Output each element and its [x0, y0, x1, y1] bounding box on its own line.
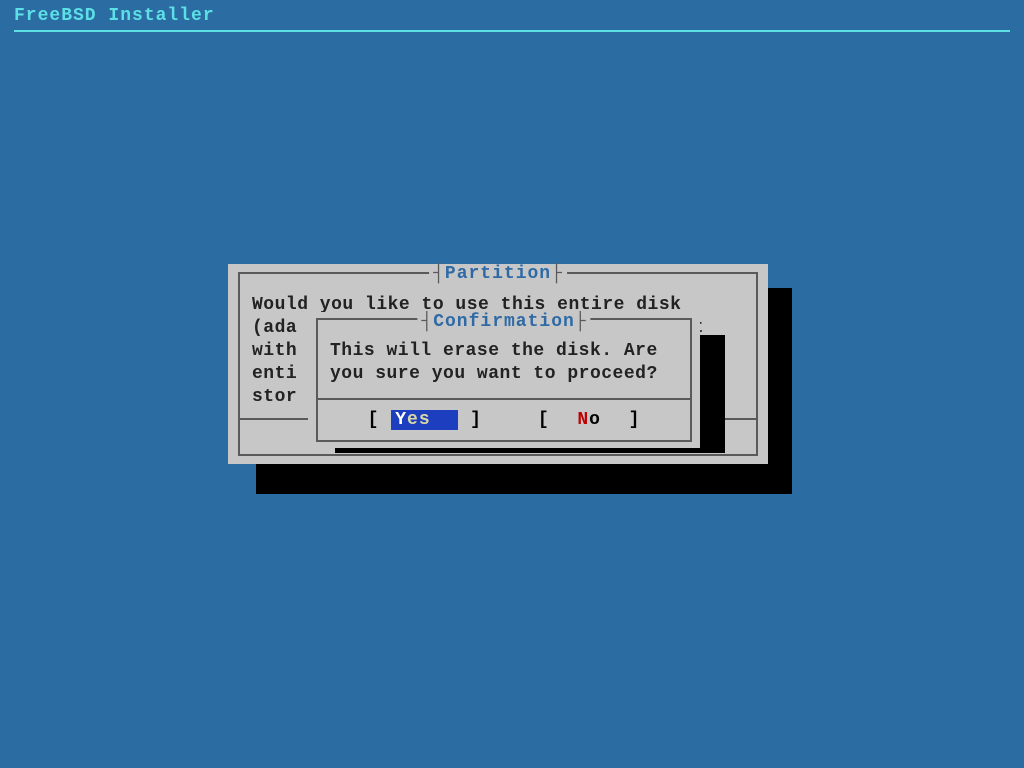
partition-dialog-title: ┤Partition├: [429, 264, 567, 284]
no-button[interactable]: [ No ]: [538, 410, 641, 430]
confirmation-dialog: ┤Confirmation├ This will erase the disk.…: [308, 312, 700, 448]
confirmation-dialog-text: This will erase the disk. Are you sure y…: [330, 340, 682, 386]
confirmation-buttons: [ Yes ] [ No ]: [308, 410, 700, 430]
confirmation-dialog-separator: [318, 398, 690, 400]
yes-button[interactable]: [ Yes ]: [368, 410, 482, 430]
confirmation-dialog-title: ┤Confirmation├: [417, 312, 590, 332]
app-title: FreeBSD Installer: [0, 0, 1024, 30]
header-divider: [14, 30, 1010, 32]
